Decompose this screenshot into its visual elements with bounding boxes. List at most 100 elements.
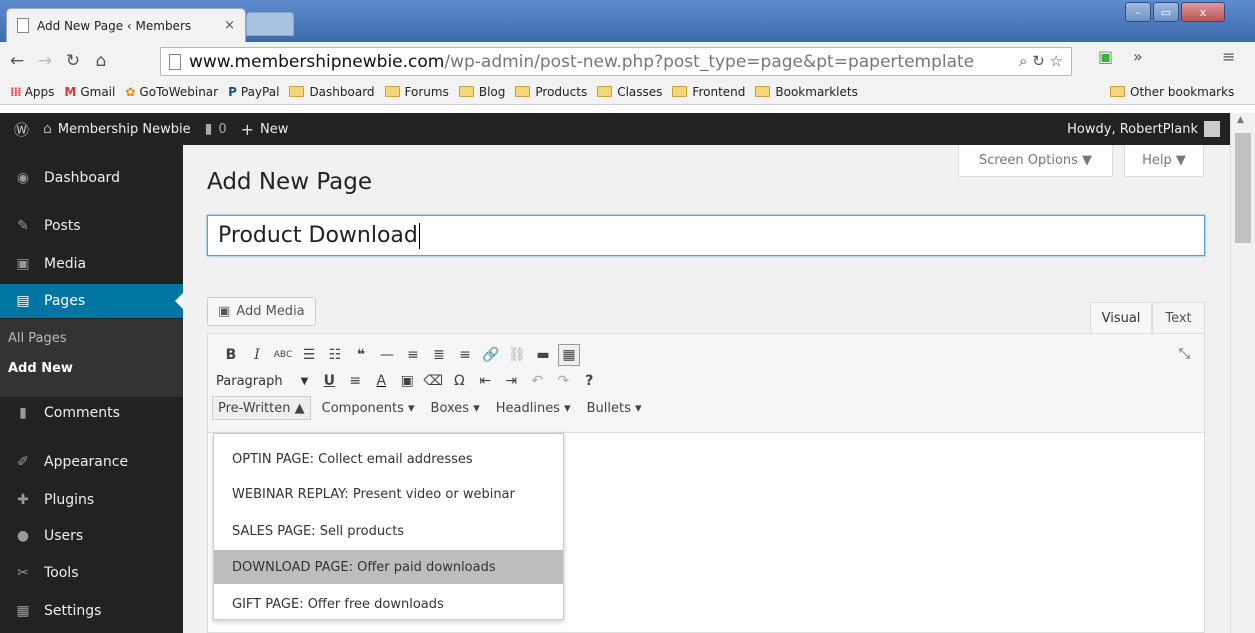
extension-icon[interactable]: ▣: [1098, 47, 1113, 66]
numbered-list-icon[interactable]: ☷: [324, 344, 346, 366]
boxes-menu[interactable]: Boxes ▾: [426, 396, 485, 420]
bookmark-label: Frontend: [692, 84, 746, 99]
indent-icon[interactable]: ⇥: [500, 370, 522, 392]
folder-icon: [597, 86, 613, 97]
bullets-menu[interactable]: Bullets ▾: [582, 396, 647, 420]
text-caret: [418, 222, 420, 249]
reload-icon[interactable]: ↻: [62, 50, 84, 72]
components-menu[interactable]: Components ▾: [317, 396, 420, 420]
sidebar-item-settings[interactable]: ▦ Settings: [0, 594, 183, 628]
menu-item-optin-page[interactable]: OPTIN PAGE: Collect email addresses: [214, 442, 563, 476]
tab-visual[interactable]: Visual: [1090, 302, 1152, 333]
wrench-icon: ✂: [17, 565, 29, 581]
bookmark-blog[interactable]: Blog: [458, 84, 506, 99]
scroll-up-icon[interactable]: ▲: [1237, 115, 1244, 125]
bookmark-gmail[interactable]: M Gmail: [64, 85, 115, 99]
bookmark-paypal[interactable]: P PayPal: [228, 85, 279, 99]
bookmark-classes[interactable]: Classes: [597, 85, 662, 99]
bookmark-label: Blog: [478, 84, 506, 99]
back-icon[interactable]: ←: [6, 50, 28, 72]
more-extensions-icon[interactable]: »: [1133, 47, 1143, 66]
special-character-icon[interactable]: Ω: [448, 370, 470, 392]
page-title: Add New Page: [207, 169, 372, 195]
home-icon[interactable]: ⌂: [90, 50, 112, 72]
read-more-icon[interactable]: ▬: [532, 344, 554, 366]
tab-text[interactable]: Text: [1152, 302, 1205, 333]
menu-icon[interactable]: ≡: [1222, 47, 1235, 66]
toolbar-toggle-icon[interactable]: ▦: [558, 344, 580, 366]
text-color-icon[interactable]: A: [370, 370, 392, 392]
bookmark-gotowebinar[interactable]: ✿ GoToWebinar: [125, 85, 218, 99]
underline-button[interactable]: U: [318, 370, 340, 392]
fullscreen-icon[interactable]: ⤡: [1179, 346, 1190, 362]
account-menu[interactable]: Howdy, RobertPlank: [1067, 121, 1220, 137]
paste-text-icon[interactable]: ▣: [396, 370, 418, 392]
browser-tab[interactable]: Add New Page ‹ Members ×: [6, 8, 246, 42]
sidebar-item-users[interactable]: ● Users: [0, 519, 183, 553]
sidebar-item-media[interactable]: ▣ Media: [0, 247, 183, 281]
bookmark-apps[interactable]: ⁞⁞⁞ Apps: [10, 85, 54, 99]
close-tab-icon[interactable]: ×: [224, 18, 235, 33]
site-name-link[interactable]: ⌂ Membership Newbie: [43, 121, 191, 137]
format-select[interactable]: Paragraph ▼: [212, 370, 313, 392]
home-icon: ⌂: [43, 121, 52, 137]
page-icon: [17, 18, 29, 33]
sidebar-item-label: Plugins: [44, 492, 95, 508]
align-right-icon[interactable]: ≡: [454, 344, 476, 366]
wordpress-logo-icon[interactable]: Ⓦ: [14, 119, 29, 140]
horizontal-line-icon[interactable]: —: [376, 344, 398, 366]
new-tab-button[interactable]: [246, 12, 294, 36]
blockquote-icon[interactable]: ❝: [350, 344, 372, 366]
sidebar-item-plugins[interactable]: ✚ Plugins: [0, 483, 183, 517]
sidebar-item-pages[interactable]: ▤ Pages: [0, 284, 183, 318]
page-scrollbar[interactable]: ▲: [1230, 113, 1255, 633]
help-button[interactable]: Help ▼: [1124, 145, 1204, 177]
window-close-icon[interactable]: x: [1181, 2, 1225, 22]
minimize-icon[interactable]: –: [1125, 2, 1151, 22]
bookmark-frontend[interactable]: Frontend: [672, 85, 745, 99]
bullet-list-icon[interactable]: ☰: [298, 344, 320, 366]
menu-item-download-page[interactable]: DOWNLOAD PAGE: Offer paid downloads: [214, 550, 563, 584]
maximize-icon[interactable]: ▭: [1153, 2, 1179, 22]
menu-item-sales-page[interactable]: SALES PAGE: Sell products: [214, 514, 563, 548]
sidebar-item-dashboard[interactable]: ◉ Dashboard: [0, 161, 183, 195]
address-bar[interactable]: www.membershipnewbie.com/wp-admin/post-n…: [160, 47, 1072, 76]
new-content-link[interactable]: + New: [241, 120, 289, 139]
align-left-icon[interactable]: ≡: [402, 344, 424, 366]
menu-item-webinar-replay[interactable]: WEBINAR REPLAY: Present video or webinar: [214, 477, 563, 511]
strikethrough-button[interactable]: ABC: [272, 344, 294, 366]
undo-icon[interactable]: ↶: [526, 370, 548, 392]
redo-icon[interactable]: ↷: [552, 370, 574, 392]
italic-button[interactable]: I: [246, 344, 268, 366]
clear-formatting-icon[interactable]: ⌫: [422, 370, 444, 392]
outdent-icon[interactable]: ⇤: [474, 370, 496, 392]
bookmark-label: Bookmarklets: [775, 84, 858, 99]
add-media-button[interactable]: ▣ Add Media: [207, 297, 316, 326]
bookmark-bookmarklets[interactable]: Bookmarklets: [755, 84, 858, 99]
help-icon[interactable]: ?: [578, 370, 600, 392]
unlink-icon[interactable]: ⛓: [506, 344, 528, 366]
title-input[interactable]: Product Download: [207, 215, 1205, 256]
headlines-menu[interactable]: Headlines ▾: [491, 396, 576, 420]
comments-link[interactable]: ▮ 0: [205, 121, 227, 137]
sidebar-item-tools[interactable]: ✂ Tools: [0, 556, 183, 590]
scrollbar-thumb[interactable]: [1235, 133, 1251, 243]
justify-icon[interactable]: ≡: [344, 370, 366, 392]
screen-options-button[interactable]: Screen Options ▼: [958, 145, 1113, 177]
bold-button[interactable]: B: [220, 344, 242, 366]
sidebar-item-posts[interactable]: ✎ Posts: [0, 209, 183, 243]
sidebar-item-comments[interactable]: ▮ Comments: [0, 396, 183, 430]
other-bookmarks[interactable]: Other bookmarks: [1110, 85, 1234, 99]
prewritten-menu[interactable]: Pre-Written ▲: [212, 396, 311, 420]
sidebar-item-appearance[interactable]: ✐ Appearance: [0, 445, 183, 479]
submenu-all-pages[interactable]: All Pages: [8, 331, 67, 346]
bookmark-dashboard[interactable]: Dashboard: [289, 85, 375, 99]
forward-icon[interactable]: →: [34, 50, 56, 72]
bookmark-products[interactable]: Products: [515, 85, 587, 99]
submenu-add-new[interactable]: Add New: [8, 361, 73, 376]
bookmark-forums[interactable]: Forums: [384, 85, 449, 99]
bookmark-star-icon[interactable]: ⌕ ↻ ☆: [1019, 52, 1063, 70]
menu-item-gift-page[interactable]: GIFT PAGE: Offer free downloads: [214, 587, 563, 621]
link-icon[interactable]: 🔗: [480, 344, 502, 366]
align-center-icon[interactable]: ≣: [428, 344, 450, 366]
